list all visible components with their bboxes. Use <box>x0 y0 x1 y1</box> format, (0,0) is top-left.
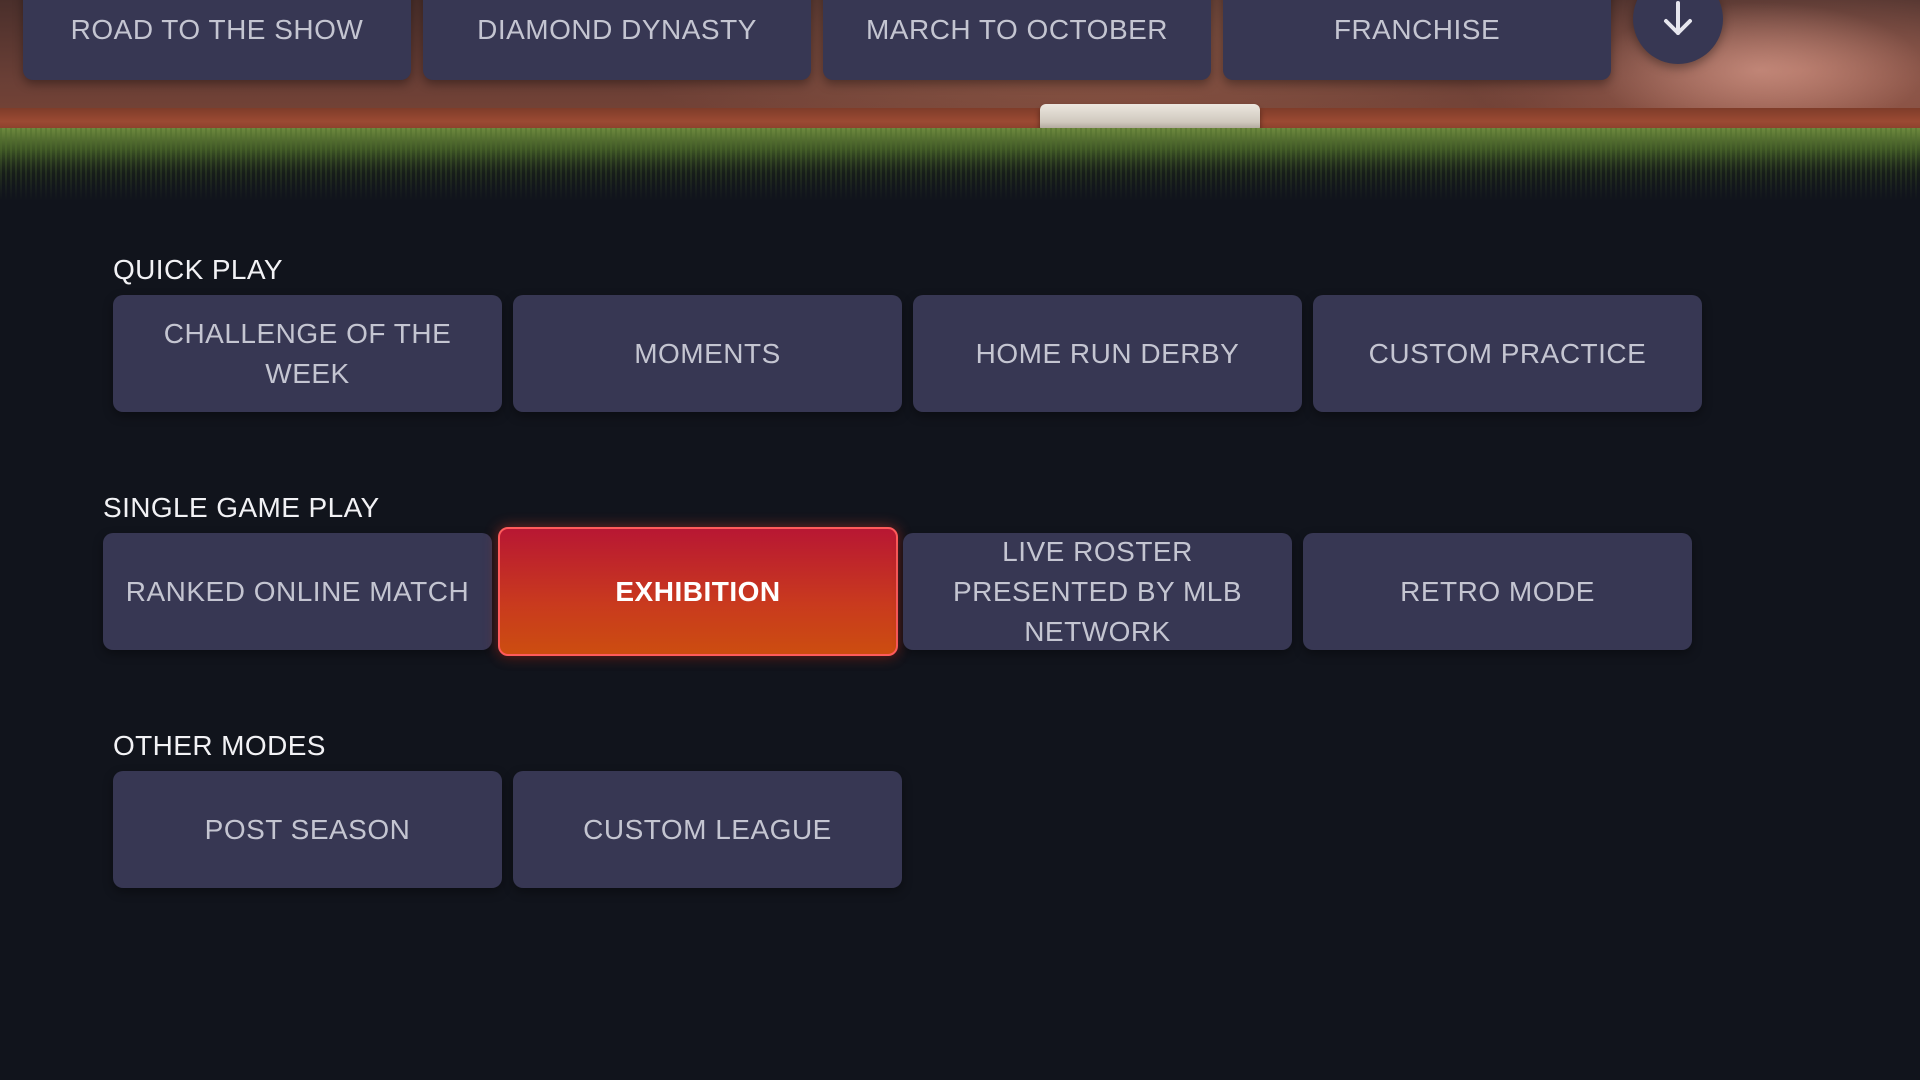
tile-label: EXHIBITION <box>615 575 781 607</box>
tile-label: RETRO MODE <box>1400 575 1595 607</box>
quick-play-home-run-derby[interactable]: HOME RUN DERBY <box>913 295 1302 412</box>
other-modes-post-season[interactable]: POST SEASON <box>113 771 502 888</box>
tile-label: CUSTOM PRACTICE <box>1368 337 1647 369</box>
section-title-single-game-play: SINGLE GAME PLAY <box>103 492 380 523</box>
other-modes-custom-league[interactable]: CUSTOM LEAGUE <box>513 771 902 888</box>
single-game-exhibition[interactable]: EXHIBITION <box>498 527 898 656</box>
base-bag <box>1040 104 1260 130</box>
tile-label: POST SEASON <box>204 813 411 845</box>
single-game-ranked-online-match[interactable]: RANKED ONLINE MATCH <box>103 533 492 650</box>
mode-label: DIAMOND DYNASTY <box>477 14 757 45</box>
mode-franchise[interactable]: FRANCHISE <box>1223 0 1611 80</box>
mode-diamond-dynasty[interactable]: DIAMOND DYNASTY <box>423 0 811 80</box>
tile-label: CUSTOM LEAGUE <box>583 813 832 845</box>
tile-label: CHALLENGE OF THE WEEK <box>163 317 452 389</box>
hero-fade <box>0 150 1920 200</box>
single-game-retro-mode[interactable]: RETRO MODE <box>1303 533 1692 650</box>
arrow-down-icon <box>1664 1 1692 35</box>
mode-label: MARCH TO OCTOBER <box>865 14 1169 45</box>
mode-label: FRANCHISE <box>1333 14 1501 45</box>
mode-label: ROAD TO THE SHOW <box>70 14 364 45</box>
quick-play-custom-practice[interactable]: CUSTOM PRACTICE <box>1313 295 1702 412</box>
mode-march-to-october[interactable]: MARCH TO OCTOBER <box>823 0 1211 80</box>
mode-road-to-the-show[interactable]: ROAD TO THE SHOW <box>23 0 411 80</box>
section-title-quick-play: QUICK PLAY <box>113 254 283 285</box>
tile-label: RANKED ONLINE MATCH <box>125 575 470 607</box>
quick-play-challenge-of-the-week[interactable]: CHALLENGE OF THE WEEK <box>113 295 502 412</box>
tile-label: LIVE ROSTER PRESENTED BY MLB NETWORK <box>952 535 1243 647</box>
tile-label: HOME RUN DERBY <box>975 337 1240 369</box>
section-title-other-modes: OTHER MODES <box>113 730 326 761</box>
single-game-live-roster[interactable]: LIVE ROSTER PRESENTED BY MLB NETWORK <box>903 533 1292 650</box>
quick-play-moments[interactable]: MOMENTS <box>513 295 902 412</box>
game-mode-menu: ROAD TO THE SHOW DIAMOND DYNASTY MARCH T… <box>0 0 1920 1080</box>
tile-label: MOMENTS <box>634 337 781 369</box>
